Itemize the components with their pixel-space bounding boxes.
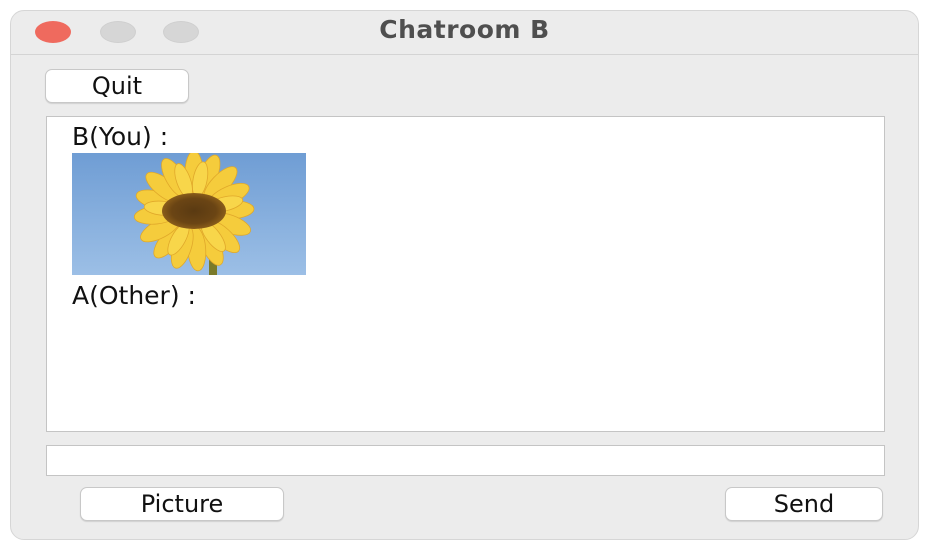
- title-bar: Chatroom B: [11, 11, 918, 55]
- message-sender-b: B(You) :: [72, 122, 169, 151]
- picture-button[interactable]: Picture: [80, 487, 284, 521]
- window-title: Chatroom B: [379, 15, 550, 44]
- send-button[interactable]: Send: [725, 487, 883, 521]
- quit-button[interactable]: Quit: [45, 69, 189, 103]
- sunflower-image: [72, 153, 306, 275]
- message-input[interactable]: [46, 445, 885, 476]
- chat-history[interactable]: B(You) : A(Other):: [46, 116, 885, 432]
- chat-window: Chatroom B Quit B(You) : A(Other): Pict…: [10, 10, 919, 540]
- message-sender-a: A(Other) :: [72, 281, 196, 310]
